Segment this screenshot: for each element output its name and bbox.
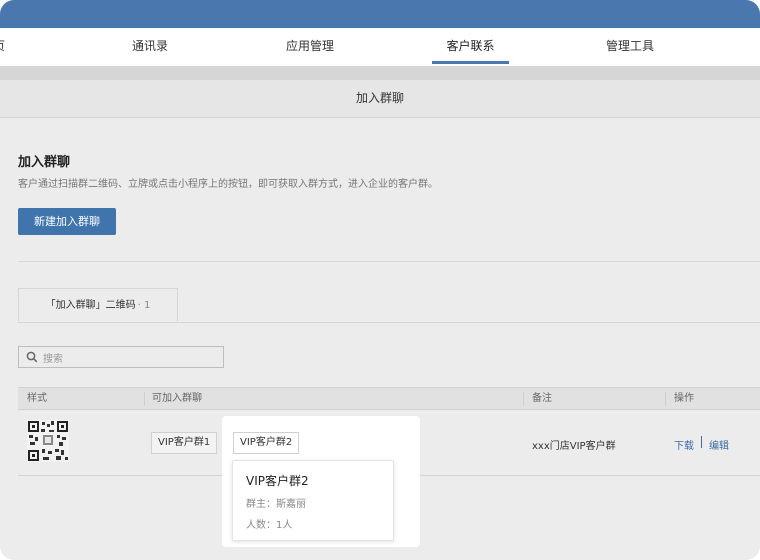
tab-join-group-qrcode[interactable]: 「加入群聊」二维码 · 1 — [18, 288, 178, 322]
column-header-note: 备注 — [532, 393, 552, 404]
header-strip — [0, 66, 760, 80]
group-popover: VIP客户群2 群主：斯嘉丽 人数：1人 — [232, 460, 394, 541]
qr-code-icon[interactable] — [27, 420, 69, 462]
app-window: 页 通讯录 应用管理 客户联系 管理工具 加入群聊 加入群聊 客户通过扫描群二维… — [0, 0, 760, 560]
section-title: 加入群聊 — [18, 155, 71, 170]
tab-count: · 1 — [137, 300, 151, 311]
download-link[interactable]: 下载 — [674, 437, 694, 452]
group-chip[interactable]: VIP客户群2 — [233, 432, 300, 454]
page-title: 加入群聊 — [0, 80, 760, 118]
column-separator — [523, 392, 524, 406]
section-description: 客户通过扫描群二维码、立牌或点击小程序上的按钮，即可获取入群方式，进入企业的客户… — [18, 179, 438, 190]
column-separator — [144, 392, 145, 406]
top-nav: 页 通讯录 应用管理 客户联系 管理工具 — [0, 28, 760, 67]
new-join-group-button[interactable]: 新建加入群聊 — [18, 208, 116, 235]
column-header-style: 样式 — [27, 393, 47, 404]
tab-label: 「加入群聊」二维码 — [45, 300, 136, 311]
column-header-groups: 可加入群聊 — [152, 393, 202, 404]
section-divider — [18, 261, 760, 262]
search-placeholder: 搜索 — [43, 354, 63, 365]
table-header: 样式 可加入群聊 备注 操作 — [18, 387, 760, 410]
popover-title: VIP客户群2 — [246, 474, 309, 488]
action-separator — [701, 436, 702, 448]
column-header-actions: 操作 — [674, 393, 694, 404]
popover-members: 人数：1人 — [246, 520, 293, 531]
title-bar — [0, 0, 760, 28]
nav-item-contacts[interactable]: 通讯录 — [120, 28, 180, 66]
note-cell: xxx门店VIP客户群 — [532, 441, 616, 452]
nav-item-home[interactable]: 页 — [0, 28, 7, 66]
search-icon — [26, 351, 38, 363]
column-separator — [665, 392, 666, 406]
nav-item-app-management[interactable]: 应用管理 — [270, 28, 350, 66]
search-input[interactable]: 搜索 — [18, 346, 224, 368]
nav-active-indicator — [432, 61, 509, 64]
edit-link[interactable]: 编辑 — [709, 437, 729, 452]
popover-owner: 群主：斯嘉丽 — [246, 499, 306, 510]
nav-item-management-tools[interactable]: 管理工具 — [590, 28, 670, 66]
group-chip[interactable]: VIP客户群1 — [151, 432, 218, 454]
